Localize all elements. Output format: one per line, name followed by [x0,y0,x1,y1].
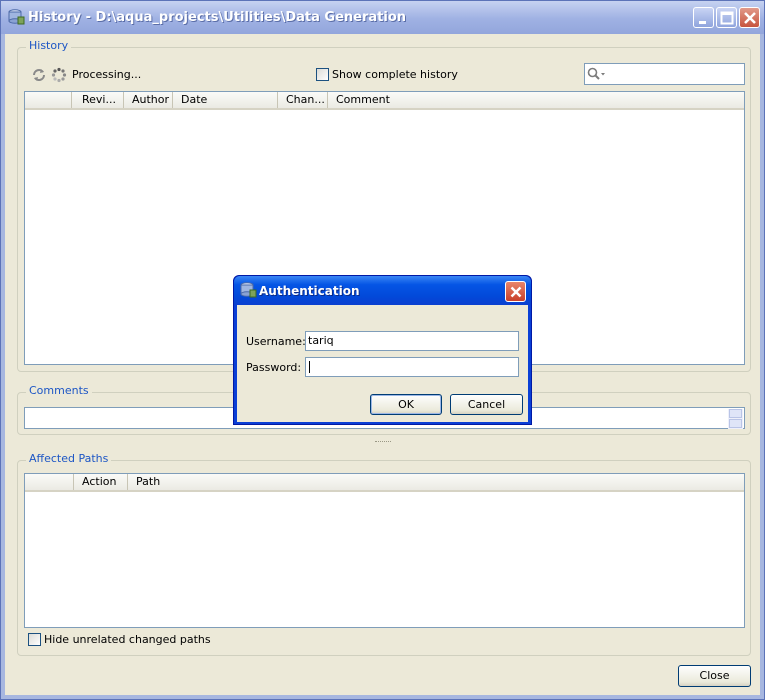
column-header-changes[interactable]: Chan... [278,92,328,108]
spinner-icon [51,67,67,86]
close-icon [510,286,522,298]
cancel-button[interactable]: Cancel [450,394,523,415]
history-group-label: History [26,39,72,52]
column-header-blank[interactable] [25,92,72,108]
text-cursor [309,361,310,373]
affected-paths-table[interactable]: Action Path [24,473,745,628]
search-icon [587,67,607,84]
username-field[interactable]: tariq [305,331,519,351]
history-search-input[interactable] [584,63,745,85]
show-complete-history-label[interactable]: Show complete history [332,68,458,81]
show-complete-history-checkbox[interactable] [316,68,329,81]
column-header-action[interactable]: Action [74,474,128,490]
scroll-down-arrow-icon[interactable] [729,419,742,428]
column-header-author[interactable]: Author [124,92,173,108]
history-table-header: Revi... Author Date Chan... Comment [25,92,744,110]
maximize-button[interactable] [716,7,737,28]
column-header-path[interactable]: Path [128,474,744,490]
close-icon [744,12,756,24]
minimize-button[interactable] [693,7,714,28]
database-icon [239,282,257,301]
processing-status: Processing... [72,68,142,81]
dialog-close-button[interactable] [505,281,526,302]
column-header-comment[interactable]: Comment [328,92,744,108]
hide-unrelated-paths-label[interactable]: Hide unrelated changed paths [44,633,211,646]
hide-unrelated-paths-checkbox[interactable] [28,633,41,646]
database-icon [7,9,25,25]
refresh-icon[interactable] [31,67,47,86]
password-label: Password: [246,361,302,374]
comments-group-label: Comments [26,384,92,397]
username-label: Username: [246,335,306,348]
title-bar[interactable]: History - D:\aqua_projects\Utilities\Dat… [1,1,764,34]
dialog-title-bar[interactable]: Authentication [234,276,531,305]
affected-paths-table-header: Action Path [25,474,744,492]
column-header-date[interactable]: Date [173,92,278,108]
column-header-revision[interactable]: Revi... [74,92,124,108]
maximize-icon [720,11,734,25]
splitter-handle[interactable] [375,441,391,444]
column-header-blank[interactable] [25,474,74,490]
minimize-icon [699,21,706,24]
close-button[interactable]: Close [678,665,751,687]
window-title: History - D:\aqua_projects\Utilities\Dat… [28,10,407,25]
ok-button[interactable]: OK [370,394,442,415]
scroll-up-arrow-icon[interactable] [729,409,742,418]
authentication-dialog: Authentication Username: tariq Password:… [233,275,532,425]
close-window-button[interactable] [739,7,760,28]
password-field[interactable] [305,357,519,377]
affected-paths-group: Affected Paths Action Path Hide unrelate… [17,452,751,656]
affected-paths-group-label: Affected Paths [26,452,112,465]
dialog-title: Authentication [259,284,360,298]
comments-scroll-spinner[interactable] [728,409,743,429]
dialog-body: Username: tariq Password: OK Cancel [237,305,528,422]
